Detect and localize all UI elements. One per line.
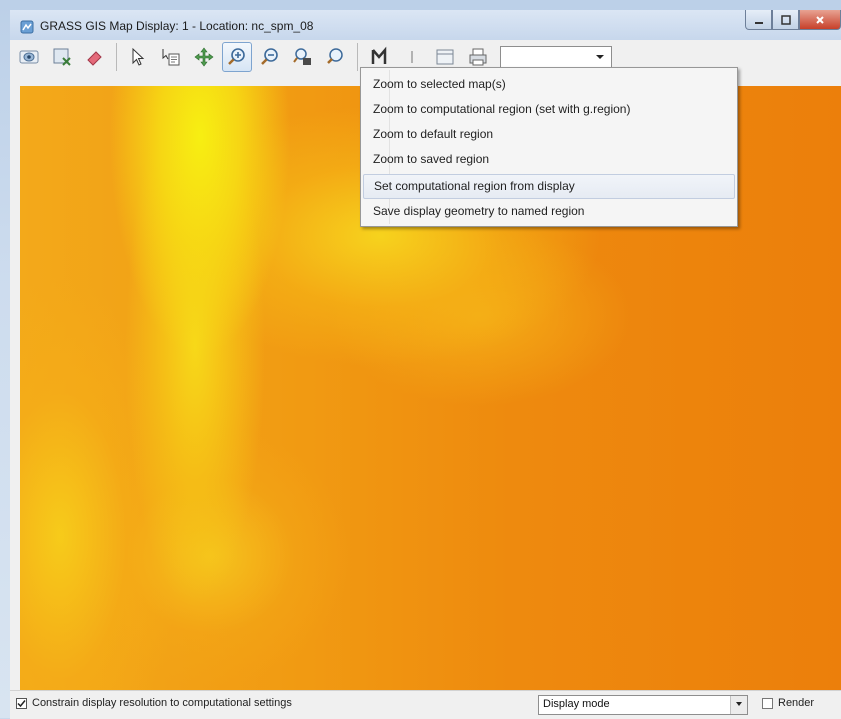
render-map-icon	[53, 48, 71, 66]
tool-selector-combo[interactable]	[500, 46, 612, 68]
zoom-out-icon	[261, 48, 278, 65]
toolbar-separator	[357, 43, 358, 71]
display-mode-value: Display mode	[543, 698, 610, 710]
toolbar-separator	[116, 43, 117, 71]
zoom-menu-icon	[327, 48, 343, 64]
pan-icon	[194, 47, 214, 67]
constrain-resolution-label: Constrain display resolution to computat…	[32, 697, 292, 709]
zoom-out-button[interactable]	[255, 42, 285, 72]
zoom-back-button[interactable]	[288, 42, 318, 72]
zoom-back-icon	[293, 48, 311, 65]
chevron-down-icon	[596, 55, 604, 59]
display-mode-dropdown-button[interactable]	[730, 696, 747, 714]
pointer-icon	[132, 47, 145, 66]
menu-item-zoom-default-region[interactable]: Zoom to default region	[363, 122, 735, 147]
menu-item-save-display-geometry[interactable]: Save display geometry to named region	[363, 199, 735, 224]
analyze-icon	[371, 46, 387, 64]
print-icon	[469, 48, 487, 66]
menu-item-zoom-saved-region[interactable]: Zoom to saved region	[363, 147, 735, 172]
query-icon	[162, 49, 180, 66]
display-mode-select[interactable]: Display mode	[538, 695, 748, 715]
zoom-in-icon	[228, 48, 245, 65]
display-map-icon	[19, 50, 39, 64]
menu-item-zoom-computational-region[interactable]: Zoom to computational region (set with g…	[363, 97, 735, 122]
pointer-button[interactable]	[123, 42, 153, 72]
close-button[interactable]	[799, 10, 841, 30]
zoom-menu-button[interactable]	[321, 42, 351, 72]
menu-item-zoom-selected[interactable]: Zoom to selected map(s)	[363, 72, 735, 97]
erase-button[interactable]	[80, 42, 110, 72]
render-checkbox[interactable]	[762, 698, 773, 709]
zoom-in-button[interactable]	[222, 42, 252, 72]
erase-icon	[87, 51, 102, 66]
decoration-icon	[411, 51, 413, 63]
zoom-options-menu: Zoom to selected map(s) Zoom to computat…	[360, 67, 738, 227]
minimize-button[interactable]	[745, 10, 772, 30]
save-icon	[436, 49, 454, 65]
status-bar: Constrain display resolution to computat…	[10, 690, 841, 719]
window-controls	[745, 10, 841, 30]
grass-app-icon	[20, 20, 34, 34]
title-bar[interactable]: GRASS GIS Map Display: 1 - Location: nc_…	[10, 10, 841, 40]
close-icon	[816, 15, 824, 24]
query-button[interactable]	[156, 42, 186, 72]
pan-button[interactable]	[189, 42, 219, 72]
maximize-button[interactable]	[772, 10, 799, 30]
constrain-resolution-checkbox[interactable]	[16, 698, 27, 709]
menu-item-set-computational-region[interactable]: Set computational region from display	[363, 174, 735, 199]
chevron-down-icon	[736, 702, 742, 706]
checkmark-icon	[17, 700, 26, 708]
render-map-button[interactable]	[47, 42, 77, 72]
display-map-button[interactable]	[14, 42, 44, 72]
minimize-icon	[754, 21, 763, 24]
window-title: GRASS GIS Map Display: 1 - Location: nc_…	[40, 19, 314, 33]
map-left-edge	[10, 86, 20, 690]
maximize-icon	[780, 14, 791, 25]
render-label: Render	[778, 697, 815, 709]
